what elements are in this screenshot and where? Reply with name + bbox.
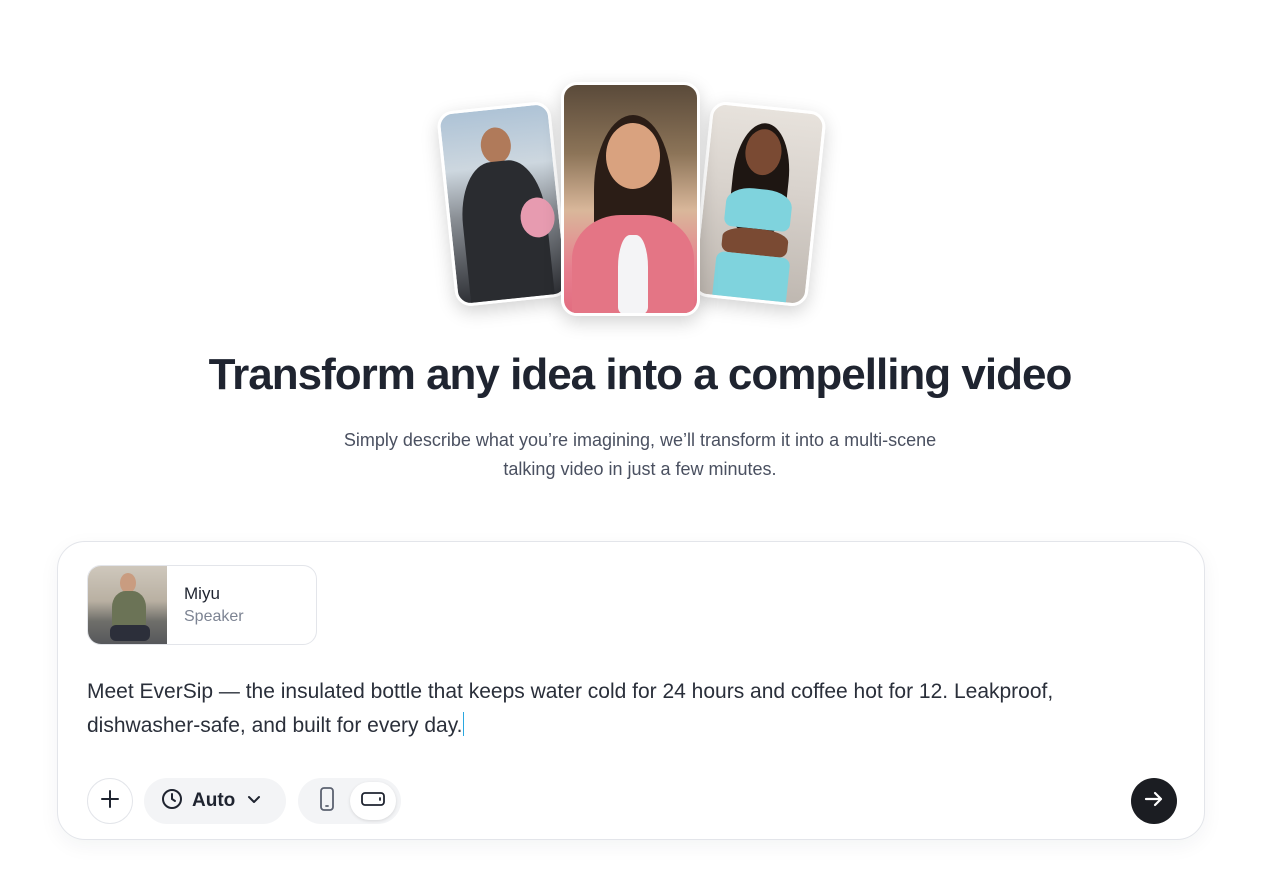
page: Transform any idea into a compelling vid… [0,0,1280,869]
speaker-name: Miyu [184,584,220,603]
subtitle-line-2: talking video in just a few minutes. [503,459,777,479]
prompt-text: Meet EverSip — the insulated bottle that… [87,680,1054,737]
add-button[interactable] [87,778,133,824]
plus-icon [100,789,120,814]
composer-toolbar: Auto [87,778,1177,824]
prompt-composer: Miyu Speaker Meet EverSip — the insulate… [57,541,1205,840]
avatar-head [120,573,136,593]
page-title: Transform any idea into a compelling vid… [208,350,1073,399]
figure-head [606,123,660,189]
speaker-meta: Miyu Speaker [167,584,244,626]
speaker-selector[interactable]: Miyu Speaker [87,565,317,645]
chevron-down-icon [247,792,261,811]
duration-dropdown[interactable]: Auto [144,778,286,824]
preview-card-man-with-flowers [436,100,570,308]
clock-icon [161,788,183,815]
submit-button[interactable] [1131,778,1177,824]
avatar-legs [110,625,150,641]
preview-card-woman-fitness [691,100,827,308]
figure-top [618,235,648,313]
figure-leggings [711,250,791,308]
subtitle-line-1: Simply describe what you’re imagining, w… [343,430,937,450]
prompt-input[interactable]: Meet EverSip — the insulated bottle that… [87,675,1167,743]
figure-head [479,125,513,165]
portrait-orientation-button[interactable] [304,782,350,820]
orientation-toggle [298,778,401,824]
preview-card-woman-pink-blazer [561,82,700,316]
phone-landscape-icon [361,791,385,812]
phone-portrait-icon [319,786,335,816]
speaker-role: Speaker [184,608,244,625]
hero-preview-cards [0,0,1280,330]
arrow-right-icon [1143,788,1165,815]
duration-label: Auto [192,790,236,811]
speaker-avatar [88,566,167,644]
text-caret [463,712,465,736]
page-subtitle: Simply describe what you’re imagining, w… [290,426,990,484]
landscape-orientation-button[interactable] [350,782,396,820]
